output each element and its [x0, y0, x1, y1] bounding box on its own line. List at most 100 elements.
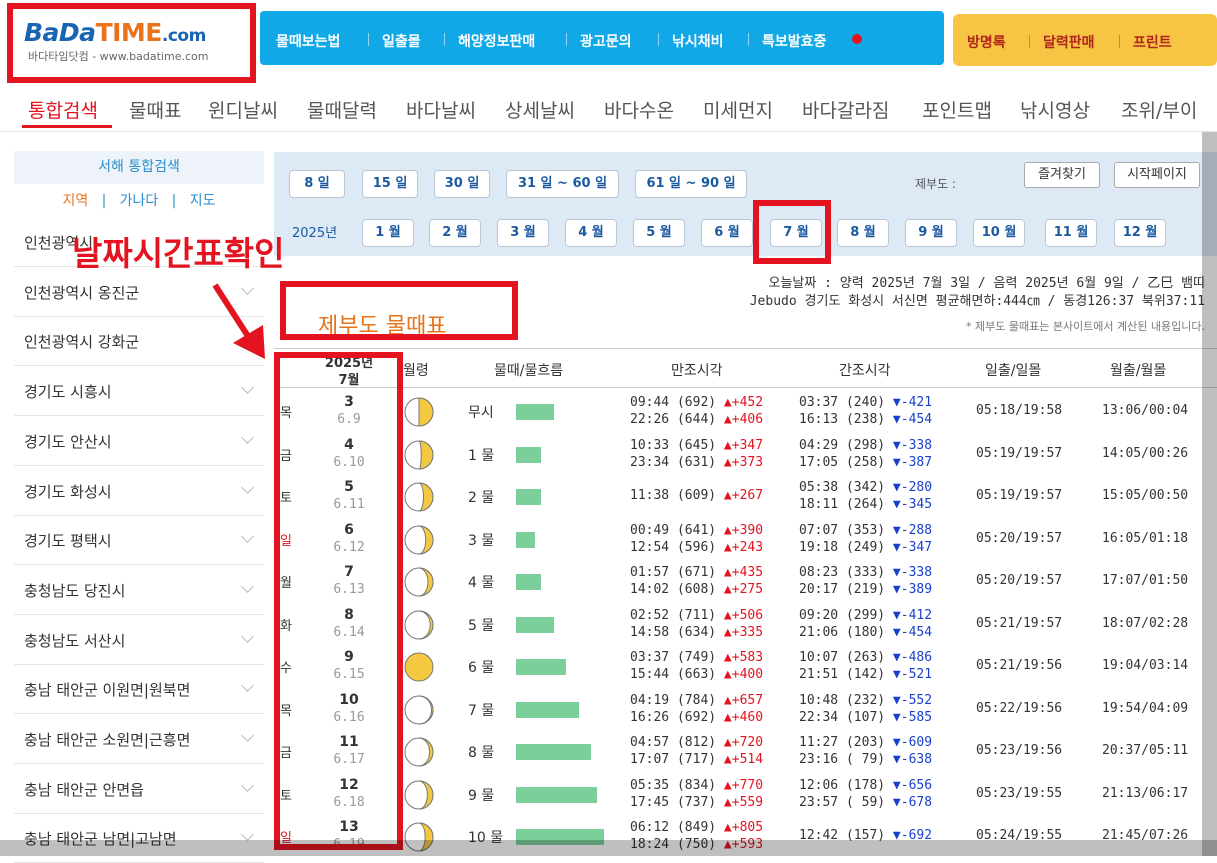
sunrise-sunset: 05:22/19:56	[976, 700, 1063, 716]
nav-warnings[interactable]: 특보발효중	[762, 31, 826, 51]
table-row: 수 9 6.15 6 물 03:37 (749) ▲+583 15:44 (663) ▲+…	[274, 645, 1217, 688]
tide-phase: 1 물	[468, 447, 495, 464]
table-row: 일 6 6.12 3 물 00:49 (641) ▲+390 12:54 (596) ▲+…	[274, 518, 1217, 561]
table-row: 목 10 6.16 7 물 04:19 (784) ▲+657 16:26 (692) ▲…	[274, 688, 1217, 731]
chevron-down-icon	[241, 679, 254, 693]
tab-windy[interactable]: 윈디날씨	[208, 96, 278, 123]
sidebar-item-label: 인천광역시 옹진군	[24, 283, 140, 302]
month-button[interactable]: 4 월	[565, 219, 617, 247]
tab-water-temp[interactable]: 바다수온	[604, 96, 674, 123]
low-tide-1: 03:37 (240) ▼-421	[799, 395, 933, 410]
moonrise-moonset: 19:54/04:09	[1102, 700, 1189, 716]
month-button[interactable]: 8 월	[837, 219, 889, 247]
sunrise-sunset: 05:21/19:57	[976, 615, 1063, 631]
date-column-highlight-box	[274, 352, 403, 850]
sidebar-item-label: 충남 태안군 안면읍	[24, 780, 144, 799]
homepage-button[interactable]: 시작페이지	[1114, 162, 1200, 188]
high-tide-1: 09:44 (692) ▲+452	[630, 395, 764, 410]
moonrise-moonset: 19:04/03:14	[1102, 658, 1189, 673]
range-61-90-days[interactable]: 61 일 ~ 90 일	[635, 170, 747, 198]
calc-note: * 제부도 물때표는 본사이트에서 계산된 내용입니다.	[966, 320, 1205, 333]
sort-by-map[interactable]: 지도	[190, 193, 216, 209]
sidebar-item[interactable]: 충남 태안군 소원면|근흥면	[14, 715, 264, 764]
sidebar-item[interactable]: 경기도 시흥시	[14, 367, 264, 417]
tide-phase: 4 물	[468, 575, 495, 591]
favorites-button[interactable]: 즐겨찾기	[1024, 162, 1100, 188]
moonrise-moonset: 14:05/00:26	[1102, 445, 1189, 461]
sidebar-item-label: 충청남도 당진시	[24, 581, 126, 600]
sunrise-sunset: 05:23/19:56	[976, 743, 1063, 758]
low-tide-2: 19:18 (249) ▼-347	[799, 539, 933, 555]
tide-flow-bar	[516, 574, 541, 590]
tide-flow-bar	[516, 659, 566, 675]
sidebar-item[interactable]: 충남 태안군 이원면|원북면	[14, 665, 264, 715]
range-8-days[interactable]: 8 일	[289, 170, 345, 198]
moonrise-moonset: 17:07/01:50	[1102, 573, 1189, 588]
month-button[interactable]: 10 월	[973, 219, 1025, 247]
low-tide-2: 23:57 ( 59) ▼-678	[799, 794, 933, 810]
moon-phase-icon	[404, 525, 434, 559]
nav-ocean-info[interactable]: 해양정보판매	[458, 31, 535, 51]
sort-by-alphabet[interactable]: 가나다	[120, 193, 159, 209]
month-button[interactable]: 9 월	[905, 219, 957, 247]
sidebar-item[interactable]: 경기도 화성시	[14, 467, 264, 516]
moonrise-moonset: 21:13/06:17	[1102, 785, 1189, 801]
low-tide-2: 16:13 (238) ▼-454	[799, 412, 933, 427]
month-button[interactable]: 2 월	[429, 219, 481, 247]
low-tide-2: 22:34 (107) ▼-585	[799, 709, 933, 725]
nav-sunrise[interactable]: 일출몰	[382, 31, 421, 51]
tide-phase: 3 물	[468, 532, 495, 549]
tab-fine-dust[interactable]: 미세먼지	[703, 96, 773, 123]
sidebar-item[interactable]: 충청남도 당진시	[14, 566, 264, 615]
month-button[interactable]: 3 월	[497, 219, 549, 247]
month-button[interactable]: 5 월	[633, 219, 685, 247]
header-sunrise-sunset: 일출/일몰	[985, 363, 1042, 379]
high-tide-1: 01:57 (671) ▲+435	[630, 565, 764, 580]
tab-tide-table[interactable]: 물때표	[129, 96, 181, 123]
nav-tide-guide[interactable]: 물때보는법	[276, 31, 340, 51]
sidebar-item[interactable]: 경기도 안산시	[14, 417, 264, 466]
nav-fishing-gear[interactable]: 낚시채비	[672, 31, 724, 51]
chevron-down-icon	[241, 480, 254, 494]
range-30-days[interactable]: 30 일	[434, 170, 490, 198]
tab-detail-weather[interactable]: 상세날씨	[505, 96, 575, 123]
tab-integrated-search[interactable]: 통합검색	[28, 96, 98, 123]
tab-point-map[interactable]: 포인트맵	[922, 96, 992, 123]
nav-ad-inquiry[interactable]: 광고문의	[580, 31, 632, 51]
table-header: 2025년 7월 월령 물때/물흐름 만조시각 간조시각 일출/일몰 월출/월몰	[274, 348, 1217, 388]
tide-flow-bar	[516, 744, 591, 760]
nav-calendar-sale[interactable]: 달력판매	[1043, 32, 1095, 52]
tab-fishing-video[interactable]: 낚시영상	[1020, 96, 1090, 123]
low-tide-2: 21:51 (142) ▼-521	[799, 667, 933, 682]
range-15-days[interactable]: 15 일	[362, 170, 418, 198]
sidebar-item[interactable]: 충남 태안군 안면읍	[14, 765, 264, 814]
tab-tide-buoy[interactable]: 조위/부이	[1121, 96, 1197, 123]
sort-by-region[interactable]: 지역	[62, 193, 88, 209]
nav-print[interactable]: 프린트	[1133, 32, 1172, 52]
sidebar-item[interactable]: 충청남도 서산시	[14, 616, 264, 665]
high-tide-2: 17:07 (717) ▲+514	[630, 752, 764, 767]
high-tide-2: 22:26 (644) ▲+406	[630, 412, 764, 427]
active-tab-underline	[22, 125, 112, 128]
top-nav: 물때보는법 일출몰 해양정보판매 광고문의 낚시채비 특보발효중	[260, 11, 944, 65]
tide-phase: 무시	[468, 405, 494, 421]
sidebar-item-label: 경기도 안산시	[24, 432, 112, 451]
tide-flow-bar	[516, 786, 597, 803]
sort-separator: |	[162, 193, 186, 209]
tab-sea-parting[interactable]: 바다갈라짐	[802, 96, 889, 123]
chevron-down-icon	[241, 729, 254, 742]
range-31-60-days[interactable]: 31 일 ~ 60 일	[506, 170, 619, 198]
high-tide-2: 16:26 (692) ▲+460	[630, 709, 764, 725]
month-button[interactable]: 11 월	[1045, 219, 1097, 247]
nav-separator	[368, 33, 369, 46]
month-button[interactable]: 12 월	[1114, 219, 1166, 247]
tab-sea-weather[interactable]: 바다날씨	[406, 96, 476, 123]
tab-tide-calendar[interactable]: 물때달력	[307, 96, 377, 123]
nav-guestbook[interactable]: 방명록	[967, 32, 1006, 52]
moon-phase-icon	[404, 440, 434, 474]
tide-phase: 5 물	[468, 617, 495, 634]
sidebar-item[interactable]: 경기도 평택시	[14, 516, 264, 566]
month-button[interactable]: 1 월	[362, 219, 414, 247]
sidebar-item-label: 충남 태안군 소원면|근흥면	[24, 731, 191, 749]
month-button[interactable]: 6 월	[701, 219, 753, 247]
